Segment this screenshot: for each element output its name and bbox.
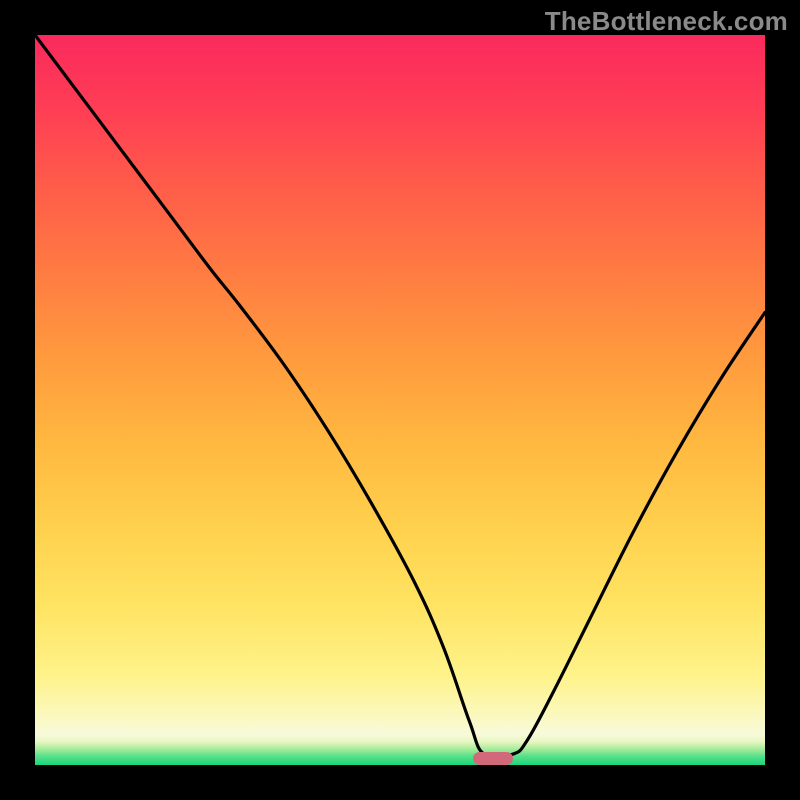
plot-area: [35, 35, 765, 765]
curve-path: [35, 35, 765, 757]
watermark-text: TheBottleneck.com: [545, 6, 788, 37]
optimum-marker: [473, 752, 513, 765]
bottleneck-curve: [35, 35, 765, 765]
chart-frame: TheBottleneck.com: [0, 0, 800, 800]
